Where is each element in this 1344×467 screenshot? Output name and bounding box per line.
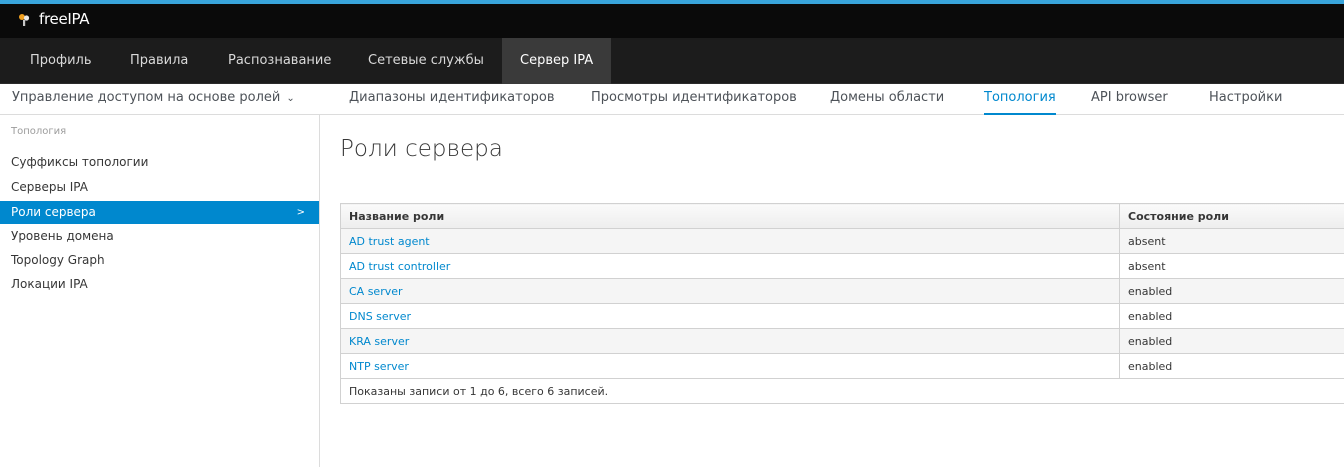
table-row: AD trust agent absent	[340, 228, 1344, 254]
role-status: absent	[1119, 228, 1344, 254]
nav-item-profile[interactable]: Профиль	[12, 38, 110, 84]
sidebar-item-topology-graph[interactable]: Topology Graph	[0, 249, 319, 272]
sidebar: Топология Суффиксы топологии Серверы IPA…	[0, 115, 320, 467]
table-row: NTP server enabled	[340, 353, 1344, 379]
chevron-down-icon: ⌄	[286, 93, 295, 104]
role-name-link[interactable]: DNS server	[340, 303, 1120, 329]
sidebar-item-label: Роли сервера	[11, 205, 96, 219]
sidebar-item-ipa-locations[interactable]: Локации IPA	[0, 273, 319, 296]
sidebar-heading: Топология	[11, 126, 67, 137]
subnav-realm-domains[interactable]: Домены области	[830, 84, 944, 115]
brand-bar: freeIPA	[0, 4, 1344, 38]
brand-name[interactable]: freeIPA	[39, 10, 90, 28]
subnav-rbac-dropdown[interactable]: Управление доступом на основе ролей ⌄	[12, 84, 295, 115]
nav-item-policy[interactable]: Правила	[112, 38, 206, 84]
sidebar-item-server-roles[interactable]: Роли сервера >	[0, 201, 319, 224]
role-status: enabled	[1119, 353, 1344, 379]
subnav-topology[interactable]: Топология	[984, 84, 1056, 115]
table-row: KRA server enabled	[340, 328, 1344, 354]
role-status: enabled	[1119, 328, 1344, 354]
sidebar-item-domain-level[interactable]: Уровень домена	[0, 225, 319, 248]
table-summary: Показаны записи от 1 до 6, всего 6 запис…	[340, 378, 1344, 404]
sidebar-item-ipa-servers[interactable]: Серверы IPA	[0, 176, 319, 199]
nav-item-network-services[interactable]: Сетевые службы	[350, 38, 502, 84]
subnav-rbac-label: Управление доступом на основе ролей	[12, 90, 281, 105]
chevron-right-icon: >	[296, 207, 305, 218]
server-roles-table: Название роли Состояние роли AD trust ag…	[340, 203, 1344, 404]
subnav-id-ranges[interactable]: Диапазоны идентификаторов	[349, 84, 555, 115]
sub-navigation: Управление доступом на основе ролей ⌄ Диа…	[0, 84, 1344, 115]
sidebar-item-topology-suffixes[interactable]: Суффиксы топологии	[0, 151, 319, 174]
main-navigation: Профиль Правила Распознавание Сетевые сл…	[0, 38, 1344, 84]
role-name-link[interactable]: KRA server	[340, 328, 1120, 354]
role-status: enabled	[1119, 278, 1344, 304]
subnav-api-browser[interactable]: API browser	[1091, 84, 1168, 115]
role-name-link[interactable]: CA server	[340, 278, 1120, 304]
freeipa-logo-icon	[19, 14, 30, 26]
table-header-row: Название роли Состояние роли	[340, 203, 1344, 229]
nav-item-ipa-server[interactable]: Сервер IPA	[502, 38, 612, 84]
subnav-configuration[interactable]: Настройки	[1209, 84, 1282, 115]
table-footer-row: Показаны записи от 1 до 6, всего 6 запис…	[340, 378, 1344, 404]
table-row: DNS server enabled	[340, 303, 1344, 329]
subnav-id-views[interactable]: Просмотры идентификаторов	[591, 84, 797, 115]
page-title: Роли сервера	[340, 136, 503, 162]
table-row: CA server enabled	[340, 278, 1344, 304]
nav-item-authentication[interactable]: Распознавание	[210, 38, 349, 84]
role-status: enabled	[1119, 303, 1344, 329]
role-name-link[interactable]: AD trust agent	[340, 228, 1120, 254]
column-header-role-name[interactable]: Название роли	[340, 203, 1120, 229]
role-status: absent	[1119, 253, 1344, 279]
role-name-link[interactable]: AD trust controller	[340, 253, 1120, 279]
column-header-role-status[interactable]: Состояние роли	[1119, 203, 1344, 229]
role-name-link[interactable]: NTP server	[340, 353, 1120, 379]
table-row: AD trust controller absent	[340, 253, 1344, 279]
